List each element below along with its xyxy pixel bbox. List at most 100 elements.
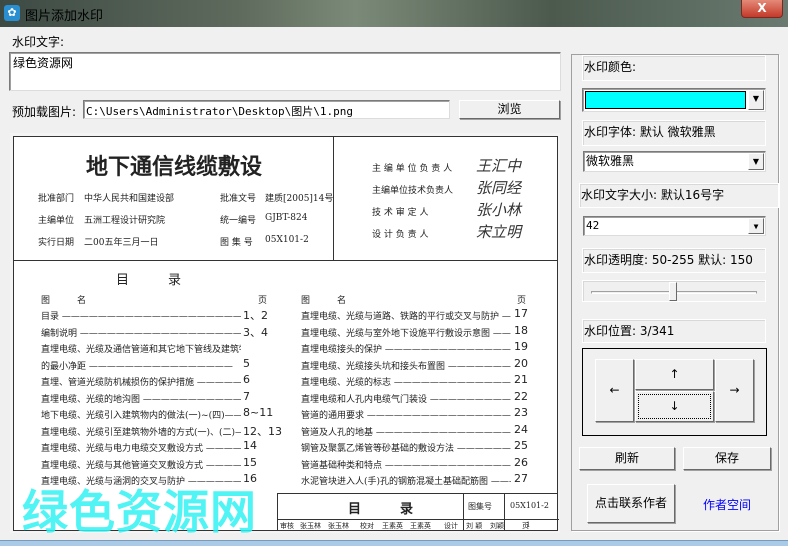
toc-entry-page: 22 bbox=[514, 389, 528, 403]
opacity-slider[interactable] bbox=[582, 280, 766, 302]
toc-entry-name: 直埋电缆和人孔内电缆气门装设 —————————————— bbox=[301, 394, 511, 405]
info-value: GJBT-824 bbox=[265, 213, 308, 223]
toc-entry-page: 5 bbox=[243, 356, 250, 370]
font-dropdown[interactable]: 微软雅黑 ▼ bbox=[583, 151, 766, 172]
size-value: 42 bbox=[586, 219, 600, 232]
title-block-name: 目 录 bbox=[348, 502, 414, 517]
toc-entry-name: 直埋电缆、光缆引至建筑物外墙的方式(一)、(二)—— bbox=[41, 427, 241, 438]
toc-entry-page: 18 bbox=[514, 323, 528, 337]
save-button[interactable]: 保存 bbox=[683, 447, 771, 470]
toc-entry-page: 14 bbox=[243, 439, 257, 452]
toc-header-page-left: 页 bbox=[258, 296, 268, 306]
toc-entry-page: 12、13 bbox=[243, 424, 282, 438]
toc-entry-name: 直埋电缆、光缆与室外地下设施平行敷设示意图 ————— bbox=[301, 328, 511, 339]
toc-entry-name: 直埋电缆、光缆与道路、铁路的平行或交叉与防护 ———— bbox=[301, 312, 511, 322]
toc-entry-name: 直埋电缆、光缆接头坑和接头布置图 ——————————— bbox=[301, 361, 511, 372]
size-dropdown[interactable]: 42 ▼ bbox=[583, 216, 766, 236]
toc-entry-name: 管道的通用要求 ———————————————————— bbox=[301, 411, 511, 421]
author-space-link[interactable]: 作者空间 bbox=[703, 496, 751, 513]
signature: 张小林 bbox=[476, 201, 522, 219]
role-label: 技 术 审 定 人 bbox=[372, 208, 429, 218]
toc-entry-page: 20 bbox=[514, 356, 528, 370]
signature: 宋立明 bbox=[476, 223, 522, 241]
app-icon: ✿ bbox=[4, 5, 20, 21]
preload-image-label: 预加载图片: bbox=[12, 105, 77, 119]
toc-entry-page: 19 bbox=[514, 340, 528, 353]
title-block-cell: 设计 bbox=[444, 522, 458, 530]
toc-entry-name: 地下电缆、光缆引入建筑物内的做法(一)~(四)——— bbox=[41, 411, 241, 421]
toc-entry-name: 直埋电缆、光缆的标志 ——————————————— bbox=[301, 378, 511, 388]
title-block: 目 录 图集号 05X101-2 审核 张玉林 张玉林 校对 王素英 王素英 设计刘 颖刘颖… bbox=[277, 493, 559, 531]
toc-entry-page: 17 bbox=[514, 307, 528, 320]
toc-entry-name: 编制说明 —————————————————— bbox=[41, 328, 241, 339]
toc-entry-page: 1、2 bbox=[243, 309, 268, 322]
info-value: 建质[2005]14号 bbox=[265, 194, 334, 204]
title-block-cell: 1 bbox=[526, 521, 531, 529]
title-block-cell: 刘 颖 bbox=[466, 522, 483, 530]
slider-thumb[interactable] bbox=[669, 282, 678, 301]
signature: 王汇中 bbox=[476, 157, 522, 175]
title-block-cell: 王素英 bbox=[410, 522, 431, 530]
info-value: 中华人民共和国建设部 bbox=[84, 194, 175, 204]
move-down-button[interactable]: ↓ bbox=[635, 391, 714, 422]
font-value: 微软雅黑 bbox=[586, 154, 635, 168]
dropdown-arrow-icon[interactable]: ▼ bbox=[748, 218, 764, 234]
image-path-input[interactable]: C:\Users\Administrator\Desktop\图片\1.png bbox=[83, 100, 450, 119]
info-key: 图 集 号 bbox=[220, 238, 253, 248]
dropdown-arrow-icon[interactable]: ▼ bbox=[748, 153, 764, 170]
contact-author-button[interactable]: 点击联系作者 bbox=[587, 484, 675, 523]
toc-entry-name: 的最小净距 ———————————————— bbox=[41, 361, 233, 372]
toc-entry-page: 24 bbox=[514, 422, 528, 436]
watermark-text-input[interactable]: 绿色资源网 bbox=[9, 52, 561, 91]
toc-entry-name: 水泥管块进入人(手)孔的钢筋混凝土基础配筋图 ———— bbox=[301, 477, 511, 487]
window-title: 图片添加水印 bbox=[25, 9, 104, 24]
document-title: 地下通信线缆敷设 bbox=[86, 155, 263, 180]
role-label: 主编单位技术负责人 bbox=[372, 186, 454, 196]
toc-entry-page: 21 bbox=[514, 373, 528, 386]
toc-entry-page: 23 bbox=[514, 406, 528, 419]
toc-header-name-right: 图 名 bbox=[301, 296, 347, 306]
info-key: 主编单位 bbox=[38, 216, 75, 226]
toc-entry-page: 15 bbox=[243, 455, 257, 469]
toc-entry-name: 管道基础种类和特点 —————————————————— bbox=[301, 460, 511, 471]
toc-entry-name: 目录 ———————————————————— bbox=[41, 312, 241, 322]
title-block-cell: 张玉林 bbox=[328, 522, 349, 530]
watermark-text-label: 水印文字: bbox=[12, 35, 65, 49]
move-left-button[interactable]: ← bbox=[595, 359, 634, 422]
title-block-cell: 张玉林 bbox=[300, 522, 321, 530]
toc-entry-page: 27 bbox=[514, 472, 528, 485]
info-key: 实行日期 bbox=[38, 238, 75, 248]
refresh-button[interactable]: 刷新 bbox=[579, 447, 675, 470]
dropdown-arrow-icon[interactable]: ▼ bbox=[748, 90, 764, 110]
font-label: 水印字体: 默认 微软雅黑 bbox=[582, 120, 766, 146]
title-bar bbox=[0, 0, 788, 27]
toc-entry-page: 7 bbox=[243, 389, 250, 403]
move-up-button[interactable]: ↑ bbox=[635, 359, 714, 390]
toc-entry-name: 直埋电缆接头的保护 ———————————————— bbox=[301, 345, 511, 355]
toc-entry-name: 管道及人孔的地基 —————————————————— bbox=[301, 427, 511, 438]
browse-button[interactable]: 浏览 bbox=[459, 100, 560, 119]
role-label: 主 编 单 位 负 责 人 bbox=[372, 164, 453, 174]
position-label: 水印位置: 3/341 bbox=[582, 319, 766, 343]
atlas-number: 05X101-2 bbox=[510, 501, 549, 510]
signature: 张同经 bbox=[476, 179, 522, 197]
role-label: 设 计 负 责 人 bbox=[372, 230, 429, 240]
color-dropdown[interactable]: ▼ bbox=[582, 88, 766, 112]
title-block-cell: 王素英 bbox=[382, 522, 403, 530]
toc-header-name-left: 图 名 bbox=[41, 296, 87, 306]
toc-entry-page: 8~11 bbox=[243, 406, 274, 419]
toc-entry-name: 直埋电缆、光缆与电力电缆交叉敷设方式 ———————— bbox=[41, 444, 241, 454]
info-key: 统一编号 bbox=[220, 216, 257, 226]
toc-entry-name: 直埋电缆、光缆及通信管道和其它地下管线及建筑物间 bbox=[41, 345, 241, 355]
toc-title: 目 录 bbox=[116, 273, 182, 288]
toc-entry-name: 直埋电缆、光缆的地沟图 —————————————— bbox=[41, 394, 241, 405]
info-value: 二00五年三月一日 bbox=[84, 238, 159, 248]
move-right-button[interactable]: → bbox=[715, 359, 754, 422]
info-value: 五洲工程设计研究院 bbox=[84, 216, 166, 226]
info-value: 05X101-2 bbox=[265, 235, 309, 245]
toc-entry-page: 25 bbox=[514, 439, 528, 452]
window-bottom-border bbox=[0, 540, 788, 546]
close-button[interactable]: X bbox=[741, 0, 783, 18]
title-block-cell: 刘颖 bbox=[490, 522, 504, 530]
toc-entry-name: 直埋电缆、光缆与其他管道交叉敷设方式 ———————— bbox=[41, 460, 241, 471]
